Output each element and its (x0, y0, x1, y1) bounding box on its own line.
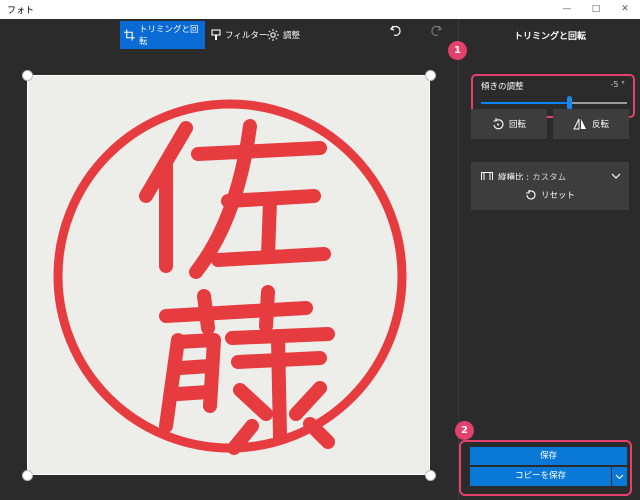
save-options-dropdown[interactable] (612, 467, 627, 486)
panel-title: トリミングと回転 (513, 32, 586, 42)
reset-button[interactable]: リセット (471, 180, 629, 210)
rotate-icon (493, 118, 504, 130)
crop-handle-top-right[interactable] (425, 70, 436, 81)
crop-handle-top-left[interactable] (22, 70, 33, 81)
redo-icon[interactable] (428, 23, 444, 39)
crop-rotate-panel: トリミングと回転 傾きの調整 -5 ° 回転 反転 縦横比 : カスタム リセッ… (458, 19, 640, 500)
straighten-label: 傾きの調整 (481, 82, 524, 92)
undo-icon[interactable] (388, 23, 404, 39)
tab-adjust-label: 調整 (283, 31, 301, 41)
tab-filter-label: フィルター (225, 31, 268, 41)
maximize-button[interactable]: □ (581, 0, 611, 19)
chevron-down-icon (615, 474, 624, 480)
window-title: フォト (7, 6, 35, 16)
straighten-slider[interactable] (481, 96, 627, 110)
tab-filter[interactable]: フィルター (207, 21, 271, 49)
minimize-button[interactable]: — (552, 0, 582, 19)
save-button[interactable]: 保存 (470, 447, 627, 465)
flip-icon (573, 118, 586, 130)
sun-icon (267, 29, 279, 41)
seal-stamp-image (53, 99, 407, 455)
rotate-button[interactable]: 回転 (471, 109, 547, 139)
flip-button[interactable]: 反転 (553, 109, 629, 139)
reset-label: リセット (540, 191, 575, 201)
title-bar: フォト — □ ✕ (0, 0, 640, 19)
annotation-badge-1: 1 (448, 41, 467, 60)
rotate-label: 回転 (508, 120, 526, 130)
crop-handle-bottom-right[interactable] (425, 470, 436, 481)
straighten-slider-fill (481, 102, 569, 104)
annotation-badge-2: 2 (455, 421, 474, 440)
save-copy-button[interactable]: コピーを保存 (470, 467, 611, 486)
flip-label: 反転 (591, 120, 609, 130)
tab-crop-rotate[interactable]: トリミングと回転 (120, 21, 205, 49)
reset-icon (525, 189, 536, 200)
straighten-slider-thumb[interactable] (566, 96, 572, 110)
crop-icon (124, 29, 135, 41)
tab-adjust[interactable]: 調整 (263, 21, 304, 49)
close-button[interactable]: ✕ (610, 0, 640, 19)
brush-icon (211, 29, 221, 40)
straighten-value: -5 ° (610, 80, 625, 89)
tab-crop-rotate-label: トリミングと回転 (138, 25, 199, 47)
photo-image (27, 75, 430, 475)
crop-handle-bottom-left[interactable] (22, 470, 33, 481)
